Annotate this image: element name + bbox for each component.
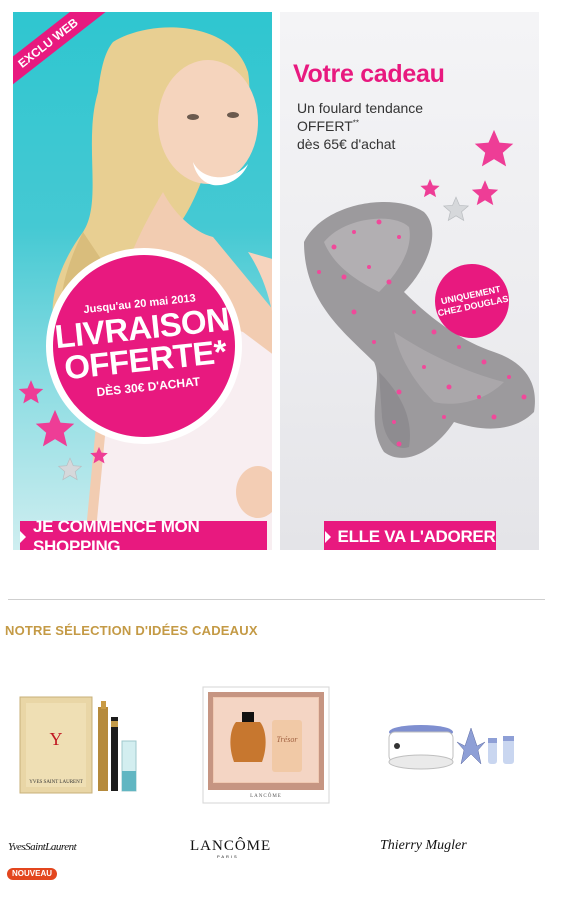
pink-star-icon xyxy=(474,129,514,167)
gift-title: Votre cadeau xyxy=(293,60,445,88)
ysl-brand-logo[interactable]: YvesSaintLaurent xyxy=(8,841,77,853)
new-badge: NOUVEAU xyxy=(7,868,58,880)
gift-line-threshold: dès 65€ d'achat xyxy=(297,136,396,152)
gift-line-scarf: Un foulard tendance xyxy=(297,100,424,116)
lancome-brand-sub: PARIS xyxy=(217,854,239,859)
svg-text:Trésor: Trésor xyxy=(277,735,299,744)
lancome-brand-logo[interactable]: LANCÔME xyxy=(190,838,271,855)
mugler-brand-logo[interactable]: Thierry Mugler xyxy=(380,838,467,854)
arrow-right-icon xyxy=(324,531,331,543)
pink-star-icon xyxy=(90,446,108,464)
gift-scarf-banner[interactable]: Votre cadeau Un foulard tendance OFFERT*… xyxy=(280,12,539,550)
scarf-image xyxy=(304,202,535,458)
ysl-gift-set-image[interactable]: Y YVES SAINT LAURENT xyxy=(18,693,154,797)
gift-offered-sup: ** xyxy=(352,118,359,128)
lancome-gift-set-image[interactable]: Trésor LANCÔME xyxy=(200,684,332,806)
she-will-love-it-button[interactable]: ELLE VA L'ADORER xyxy=(324,521,496,550)
pink-star-icon xyxy=(35,409,75,447)
start-shopping-label: JE COMMENCE MON SHOPPING xyxy=(33,517,200,550)
start-shopping-button[interactable]: JE COMMENCE MON SHOPPING xyxy=(20,517,267,550)
pink-star-icon xyxy=(18,380,44,404)
silver-star-icon xyxy=(57,457,83,481)
she-will-love-it-label: ELLE VA L'ADORER xyxy=(337,527,496,546)
arrow-right-icon xyxy=(20,531,26,543)
delivery-promo-banner[interactable]: EXCLU WEB Jusqu'au 20 mai 2013 LIVRAISON… xyxy=(13,12,272,550)
svg-text:Y: Y xyxy=(50,729,63,749)
gift-offered-text: OFFERT xyxy=(297,118,353,134)
gift-line-offered: OFFERT** xyxy=(297,118,359,134)
svg-text:LANCÔME: LANCÔME xyxy=(250,793,282,799)
section-divider xyxy=(8,599,545,600)
mugler-gift-set-image[interactable] xyxy=(385,722,523,772)
gift-selection-title: NOTRE SÉLECTION D'IDÉES CADEAUX xyxy=(5,623,258,638)
svg-text:YVES SAINT LAURENT: YVES SAINT LAURENT xyxy=(29,780,83,785)
